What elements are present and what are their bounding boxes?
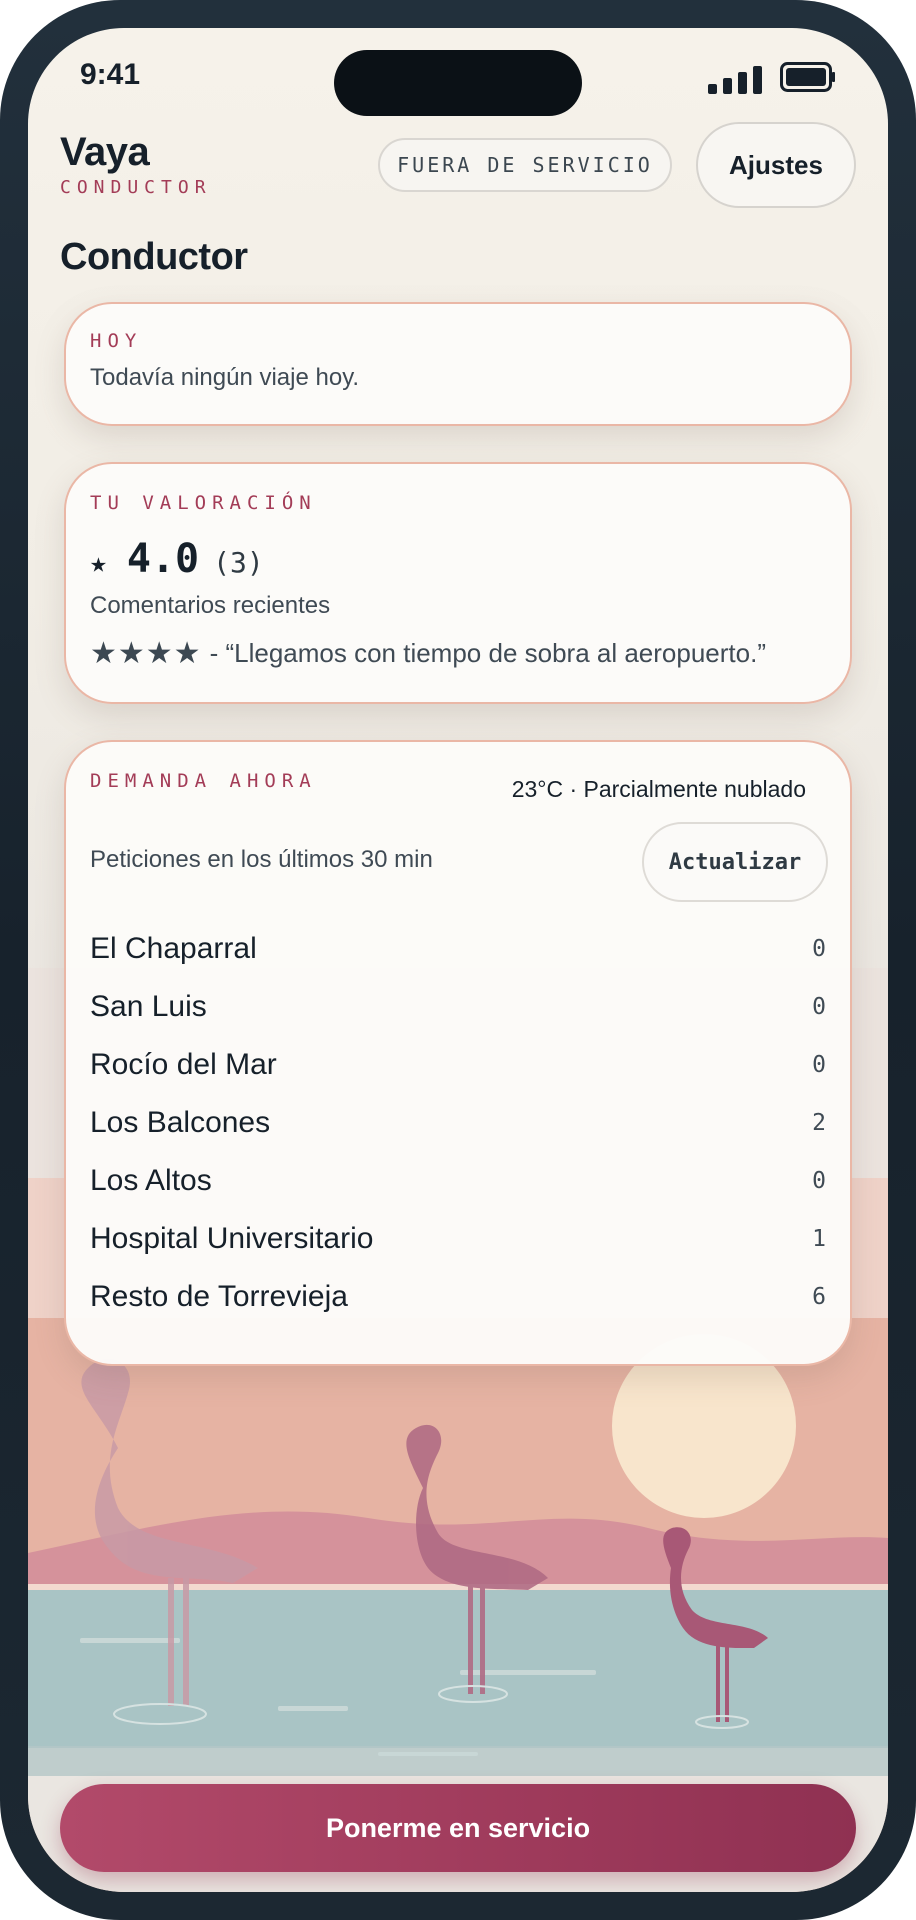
zone-row: San Luis 0: [90, 978, 826, 1036]
zone-row: Resto de Torrevieja 6: [90, 1268, 826, 1326]
weather-info: 23°C · Parcialmente nublado: [511, 776, 806, 802]
zone-name: El Chaparral: [90, 932, 257, 965]
zone-count: 1: [812, 1226, 826, 1252]
brand-name: Vaya: [60, 130, 150, 174]
zone-count: 0: [812, 1052, 826, 1078]
brand-logo: Vaya CONDUCTOR: [60, 130, 212, 198]
today-card: HOY Todavía ningún viaje hoy.: [64, 302, 852, 426]
recent-comments-label: Comentarios recientes: [90, 592, 331, 619]
zone-name: Los Balcones: [90, 1106, 271, 1139]
go-online-button[interactable]: Ponerme en servicio: [60, 1784, 856, 1872]
battery-icon: [780, 62, 835, 92]
zone-count: 6: [812, 1284, 826, 1310]
zone-name: San Luis: [90, 990, 207, 1023]
brand-subtitle: CONDUCTOR: [60, 177, 212, 198]
review-stars-icon: ★★★★: [90, 637, 202, 670]
phone-frame: 9:41 Vaya CONDUCTOR FUERA DE SERVICIO Aj…: [0, 0, 916, 1920]
zone-count: 2: [812, 1110, 826, 1136]
rating-card: TU VALORACIÓN ★ 4.0 (3) Comentarios reci…: [64, 462, 852, 704]
status-bar: 9:41: [28, 28, 888, 128]
screen: 9:41 Vaya CONDUCTOR FUERA DE SERVICIO Aj…: [28, 28, 888, 1892]
zone-row: Hospital Universitario 1: [90, 1210, 826, 1268]
demand-subtitle: Peticiones en los últimos 30 min: [90, 846, 433, 873]
refresh-button[interactable]: Actualizar: [642, 822, 828, 902]
settings-button[interactable]: Ajustes: [696, 122, 856, 208]
status-time: 9:41: [80, 58, 141, 91]
rating-kicker: TU VALORACIÓN: [90, 492, 317, 514]
rating-value: 4.0: [126, 536, 200, 582]
zone-name: Resto de Torrevieja: [90, 1280, 348, 1313]
dynamic-island: [334, 50, 582, 116]
zone-row: Rocío del Mar 0: [90, 1036, 826, 1094]
star-icon: ★: [90, 546, 107, 579]
zone-name: Rocío del Mar: [90, 1048, 277, 1081]
demand-card: DEMANDA AHORA 23°C · Parcialmente nublad…: [64, 740, 852, 1366]
page-title: Conductor: [60, 236, 248, 278]
zone-count: 0: [812, 994, 826, 1020]
rating-count: (3): [213, 546, 264, 579]
demand-kicker: DEMANDA AHORA: [90, 770, 317, 792]
review-text: - “Llegamos con tiempo de sobra al aerop…: [209, 638, 766, 668]
zone-name: Hospital Universitario: [90, 1222, 374, 1255]
zone-count: 0: [812, 936, 826, 962]
zone-name: Los Altos: [90, 1164, 212, 1197]
today-kicker: HOY: [90, 330, 143, 352]
zone-count: 0: [812, 1168, 826, 1194]
zone-row: Los Altos 0: [90, 1152, 826, 1210]
today-message: Todavía ningún viaje hoy.: [90, 364, 360, 391]
zone-list: El Chaparral 0 San Luis 0 Rocío del Mar …: [90, 920, 826, 1326]
rating-summary: ★ 4.0 (3): [90, 536, 264, 582]
zone-row: Los Balcones 2: [90, 1094, 826, 1152]
zone-row: El Chaparral 0: [90, 920, 826, 978]
recent-review: ★★★★ - “Llegamos con tiempo de sobra al …: [90, 636, 766, 671]
status-badge: FUERA DE SERVICIO: [378, 138, 672, 192]
cellular-signal-icon: [708, 66, 762, 94]
